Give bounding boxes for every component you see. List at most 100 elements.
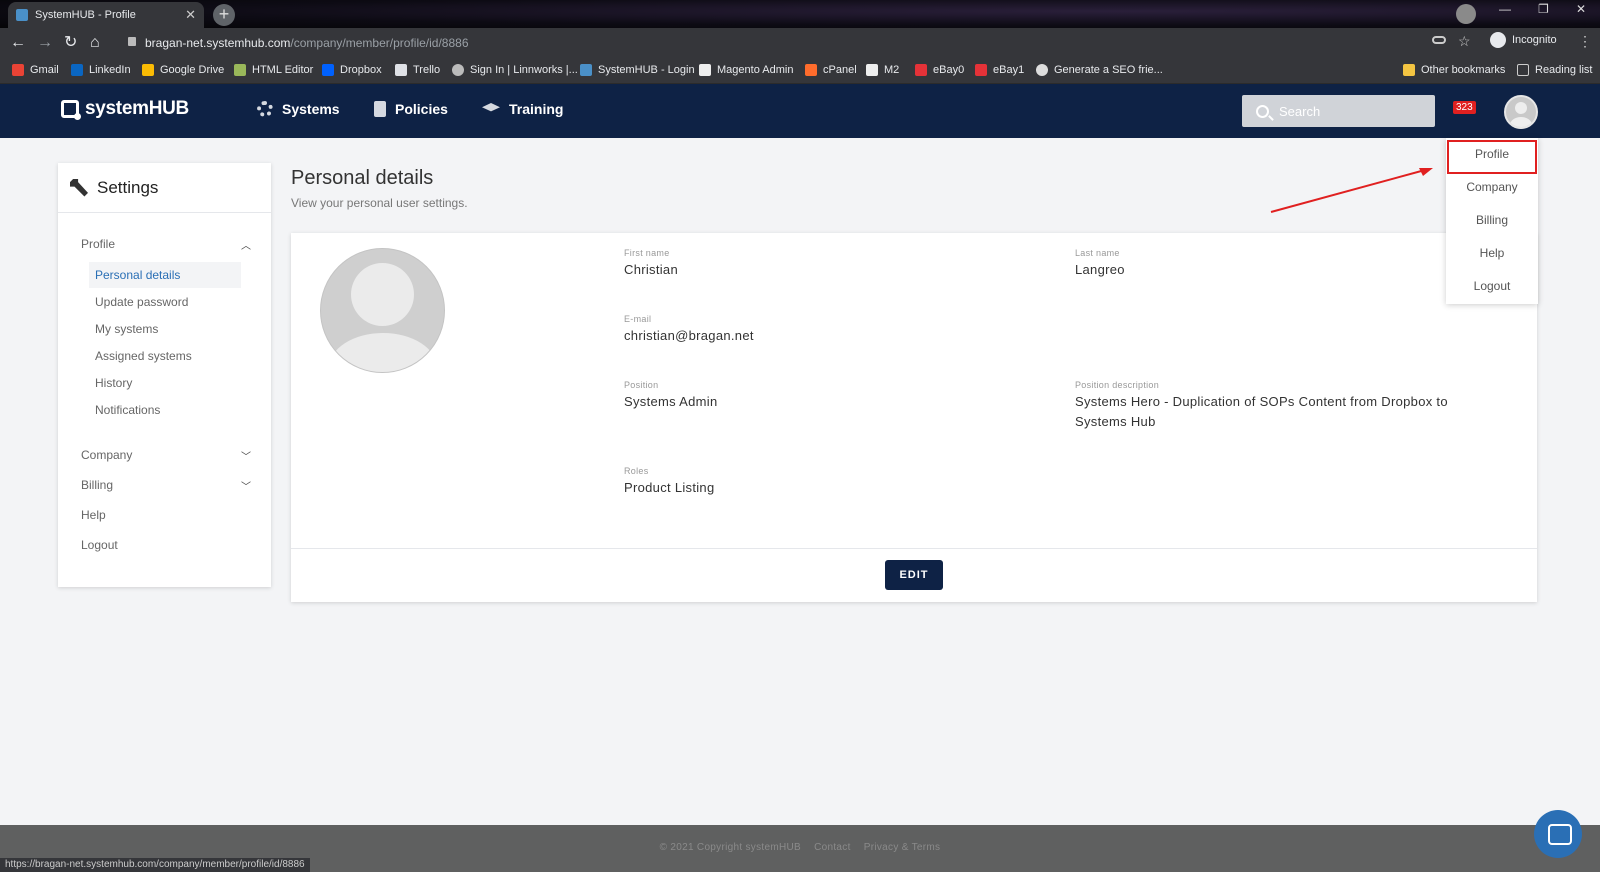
sidebar-item-personal-details[interactable]: Personal details	[89, 262, 241, 288]
new-tab-button[interactable]: +	[213, 4, 235, 26]
systemhub-favicon-icon	[16, 9, 28, 21]
dropdown-item-help[interactable]: Help	[1446, 237, 1538, 269]
personal-details-card: First name Christian Last name Langreo E…	[291, 233, 1537, 602]
bookmark-google-drive[interactable]: Google Drive	[142, 64, 224, 76]
folder-icon	[1403, 64, 1415, 76]
bookmark-label: eBay0	[933, 64, 965, 76]
gmail-icon	[12, 64, 24, 76]
minimize-icon[interactable]: —	[1499, 2, 1511, 16]
notification-badge[interactable]: 323	[1453, 101, 1476, 114]
dropdown-item-billing[interactable]: Billing	[1446, 204, 1538, 236]
close-window-icon[interactable]: ✕	[1576, 2, 1586, 16]
incognito-indicator[interactable]: Incognito	[1490, 32, 1557, 48]
sidebar-item-assigned-systems[interactable]: Assigned systems	[89, 343, 241, 369]
sidebar-item-update-password[interactable]: Update password	[89, 289, 241, 315]
bookmark-ebay0[interactable]: eBay0	[915, 64, 964, 76]
bookmark-label: Trello	[413, 64, 441, 76]
bookmark-ebay1[interactable]: eBay1	[975, 64, 1024, 76]
email-label: E-mail	[624, 314, 652, 324]
google-drive-icon	[142, 64, 154, 76]
close-tab-icon[interactable]: ✕	[185, 7, 196, 23]
footer-privacy-link[interactable]: Privacy & Terms	[864, 842, 941, 853]
bookmark-cpanel[interactable]: cPanel	[805, 64, 857, 76]
sidebar-section-billing[interactable]: Billing ﹀	[81, 478, 251, 493]
page-subtitle: View your personal user settings.	[291, 196, 468, 210]
reading-list-icon	[1517, 64, 1529, 76]
search-input[interactable]: Search	[1242, 95, 1435, 127]
dropbox-icon	[322, 64, 334, 76]
restore-icon[interactable]: ❐	[1538, 2, 1549, 16]
sidebar-section-logout[interactable]: Logout	[81, 538, 251, 552]
bookmark-linnworks[interactable]: Sign In | Linnworks |...	[452, 64, 578, 76]
incognito-label: Incognito	[1512, 34, 1557, 46]
key-icon[interactable]	[1432, 36, 1446, 44]
bookmark-label: SystemHUB - Login	[598, 64, 695, 76]
browser-menu-icon[interactable]: ⋮	[1578, 33, 1592, 50]
url-field[interactable]: bragan-net.systemhub.com/company/member/…	[118, 31, 1473, 55]
bookmark-magento-admin[interactable]: Magento Admin	[699, 64, 793, 76]
section-label: Profile	[81, 237, 116, 251]
forward-icon[interactable]: →	[37, 34, 53, 52]
bookmark-seo[interactable]: Generate a SEO frie...	[1036, 64, 1163, 76]
bookmark-linkedin[interactable]: LinkedIn	[71, 64, 131, 76]
systemhub-icon	[580, 64, 592, 76]
browser-tab-bar: SystemHUB - Profile ✕ + — ❐ ✕	[0, 0, 1600, 28]
dropdown-item-logout[interactable]: Logout	[1446, 270, 1538, 302]
chat-button[interactable]	[1534, 810, 1582, 858]
sidebar-item-history[interactable]: History	[89, 370, 241, 396]
m2-icon	[866, 64, 878, 76]
bookmark-label: M2	[884, 64, 900, 76]
position-description-value: Systems Hero - Duplication of SOPs Conte…	[1075, 394, 1448, 429]
section-label: Help	[81, 508, 106, 522]
nav-systems[interactable]: Systems	[257, 101, 340, 117]
bookmark-label: Other bookmarks	[1421, 64, 1506, 76]
roles-value: Product Listing	[624, 480, 715, 495]
chevron-up-icon: ︿	[241, 241, 251, 252]
dropdown-item-company[interactable]: Company	[1446, 171, 1538, 203]
html-editor-icon	[234, 64, 246, 76]
reload-icon[interactable]: ↻	[64, 34, 77, 52]
systemhub-logo[interactable]: systemHUB	[61, 98, 189, 120]
logo-mark-icon	[61, 100, 81, 120]
bookmark-label: Sign In | Linnworks |...	[470, 64, 578, 76]
bookmark-label: Gmail	[30, 64, 59, 76]
edit-button[interactable]: EDIT	[885, 560, 943, 590]
section-label: Company	[81, 448, 133, 462]
ebay-icon	[975, 64, 987, 76]
star-icon[interactable]: ☆	[1458, 33, 1471, 50]
bookmark-gmail[interactable]: Gmail	[12, 64, 59, 76]
bookmark-m2[interactable]: M2	[866, 64, 899, 76]
section-label: Billing	[81, 478, 114, 492]
bookmark-dropbox[interactable]: Dropbox	[322, 64, 382, 76]
email-value: christian@bragan.net	[624, 328, 754, 343]
magento-icon	[699, 64, 711, 76]
search-icon	[1256, 104, 1269, 118]
home-icon[interactable]: ⌂	[90, 34, 100, 52]
nav-label: Policies	[395, 101, 448, 117]
back-icon[interactable]: ←	[10, 34, 26, 52]
sidebar-section-company[interactable]: Company ﹀	[81, 448, 251, 463]
bookmark-html-editor[interactable]: HTML Editor	[234, 64, 313, 76]
download-icon[interactable]	[1456, 4, 1476, 24]
bookmarks-bar: Gmail LinkedIn Google Drive HTML Editor …	[0, 58, 1600, 84]
browser-tab[interactable]: SystemHUB - Profile ✕	[8, 2, 204, 28]
footer-contact-link[interactable]: Contact	[814, 842, 851, 853]
nav-policies[interactable]: Policies	[374, 101, 448, 117]
nav-label: Training	[509, 101, 564, 117]
wrench-icon	[70, 178, 88, 197]
user-avatar-button[interactable]	[1504, 95, 1538, 129]
url-host: bragan-net.systemhub.com	[145, 36, 291, 50]
other-bookmarks[interactable]: Other bookmarks	[1403, 64, 1505, 76]
sidebar-section-help[interactable]: Help	[81, 508, 251, 522]
nav-training[interactable]: Training	[482, 101, 563, 117]
bookmark-systemhub-login[interactable]: SystemHUB - Login	[580, 64, 695, 76]
last-name-value: Langreo	[1075, 262, 1125, 277]
sidebar-header: Settings	[58, 163, 271, 213]
bookmark-trello[interactable]: Trello	[395, 64, 440, 76]
sidebar-item-my-systems[interactable]: My systems	[89, 316, 241, 342]
settings-sidebar: Settings Profile ︿ Personal details Upda…	[58, 163, 271, 587]
trello-icon	[395, 64, 407, 76]
sidebar-item-notifications[interactable]: Notifications	[89, 397, 241, 423]
reading-list[interactable]: Reading list	[1517, 64, 1592, 76]
sidebar-section-profile[interactable]: Profile ︿	[81, 237, 251, 252]
